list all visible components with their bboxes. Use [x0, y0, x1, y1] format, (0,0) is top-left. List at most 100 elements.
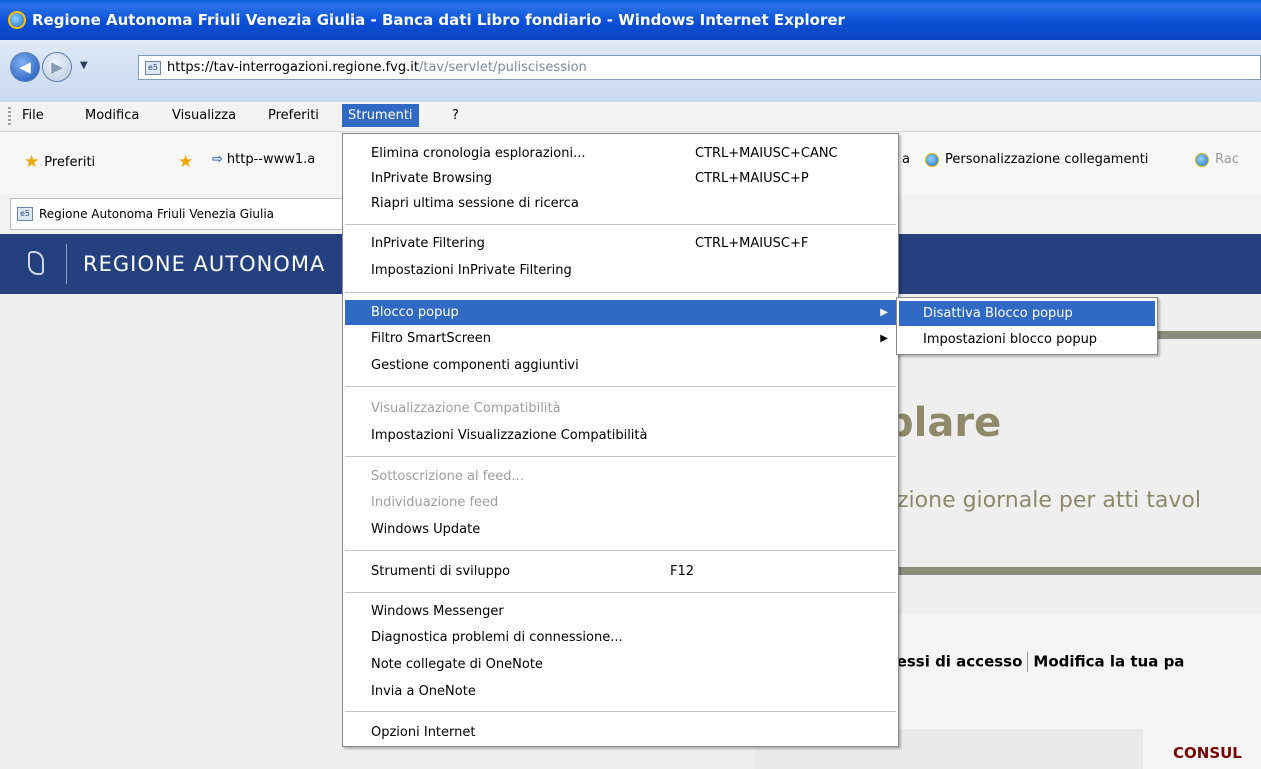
navigation-bar: ◀ ▶ ▼ e5 https://tav-interrogazioni.regi… [0, 40, 1261, 102]
menu-item-label: Blocco popup [371, 305, 459, 320]
favorite-link-2-label: a [902, 152, 910, 167]
banner-title: REGIONE AUTONOMA [83, 252, 326, 276]
consult-heading[interactable]: CONSUL [1173, 744, 1242, 762]
menu-item-internet-options[interactable]: Opzioni Internet [345, 720, 896, 745]
decorative-line-bottom [885, 567, 1261, 575]
strumenti-menu: Elimina cronologia esplorazioni... CTRL+M… [342, 133, 899, 747]
page-icon: e5 [145, 60, 161, 75]
internet-explorer-logo-icon [8, 11, 26, 29]
favorite-link-4[interactable]: Rac [1195, 152, 1239, 167]
menu-item-popup-blocker[interactable]: Blocco popup ▶ [345, 300, 896, 325]
arrow-left-icon: ◀ [19, 58, 31, 76]
menu-item-label: Note collegate di OneNote [371, 657, 543, 672]
window-title-bar[interactable]: Regione Autonoma Friuli Venezia Giulia -… [0, 0, 1261, 40]
arrow-right-icon: ▶ [51, 58, 63, 76]
ie-page-icon [1195, 152, 1209, 167]
menu-item-feed-subscribe: Sottoscrizione al feed... [345, 464, 896, 489]
link-icon: ⇨ [212, 152, 223, 167]
menu-item-label: InPrivate Browsing [371, 171, 492, 186]
back-button[interactable]: ◀ [10, 52, 40, 82]
link-access-connections[interactable]: nessi di accesso [886, 653, 1022, 671]
add-favorite-button[interactable]: ★ [178, 152, 198, 172]
star-icon: ★ [24, 152, 40, 172]
menu-item-delete-history[interactable]: Elimina cronologia esplorazioni... CTRL+M… [345, 141, 896, 166]
menu-item-label: Sottoscrizione al feed... [371, 469, 524, 484]
menu-item-label: Filtro SmartScreen [371, 331, 492, 346]
menu-item-label: Impostazioni Visualizzazione Compatibili… [371, 428, 648, 443]
menu-modifica[interactable]: Modifica [85, 108, 139, 123]
user-links: nessi di accesso Modifica la tua pa [886, 652, 1184, 672]
menu-item-label: InPrivate Filtering [371, 236, 485, 251]
menu-item-developer-tools[interactable]: Strumenti di sviluppo F12 [345, 559, 896, 584]
menu-item-label: Impostazioni InPrivate Filtering [371, 263, 572, 278]
menu-item-compatibility-settings[interactable]: Impostazioni Visualizzazione Compatibili… [345, 423, 896, 448]
menu-item-label: Elimina cronologia esplorazioni... [371, 146, 586, 161]
link-divider [1027, 652, 1029, 672]
menu-separator [345, 592, 896, 593]
menu-item-onenote-linked-notes[interactable]: Note collegate di OneNote [345, 652, 896, 677]
menu-item-label: Riapri ultima sessione di ricerca [371, 196, 579, 211]
menu-file[interactable]: File [22, 108, 44, 123]
menu-separator [345, 711, 896, 712]
menu-bar: File Modifica Visualizza Preferiti Strum… [0, 102, 1261, 132]
menu-item-connection-diagnostics[interactable]: Diagnostica problemi di connessione... [345, 625, 896, 650]
menu-item-feed-discovery: Individuazione feed [345, 490, 896, 515]
page-heading: plare [885, 400, 1002, 446]
window-title: Regione Autonoma Friuli Venezia Giulia -… [32, 11, 845, 29]
menu-item-label: Visualizzazione Compatibilità [371, 401, 561, 416]
tab-label: Regione Autonoma Friuli Venezia Giulia [39, 207, 275, 221]
menu-separator [345, 386, 896, 387]
tab-regione[interactable]: e5 Regione Autonoma Friuli Venezia Giuli… [10, 198, 350, 230]
menu-separator [345, 292, 896, 293]
menu-item-reopen-session[interactable]: Riapri ultima sessione di ricerca [345, 191, 896, 216]
menu-item-send-to-onenote[interactable]: Invia a OneNote [345, 679, 896, 704]
menu-item-smartscreen[interactable]: Filtro SmartScreen ▶ [345, 326, 896, 351]
ie-page-icon [925, 152, 939, 167]
menu-strumenti[interactable]: Strumenti [342, 104, 419, 127]
url-host: https://tav-interrogazioni.regione.fvg.i… [167, 60, 419, 75]
menu-item-compatibility-view: Visualizzazione Compatibilità [345, 396, 896, 421]
page-icon: e5 [17, 207, 33, 221]
eagle-logo-icon [24, 249, 48, 279]
submenu-disable-popup-blocker[interactable]: Disattiva Blocco popup [899, 301, 1155, 326]
favorite-link-4-label: Rac [1215, 152, 1239, 167]
menu-visualizza[interactable]: Visualizza [172, 108, 236, 123]
url-path: /tav/servlet/puliscisession [418, 60, 587, 75]
menu-item-manage-addons[interactable]: Gestione componenti aggiuntivi [345, 353, 896, 378]
menu-item-label: Invia a OneNote [371, 684, 476, 699]
add-to-favorites-icon: ★ [178, 152, 194, 172]
favorite-link-3-label: Personalizzazione collegamenti [945, 152, 1149, 167]
banner-divider [66, 244, 67, 284]
menu-item-windows-messenger[interactable]: Windows Messenger [345, 599, 896, 624]
menu-item-label: Gestione componenti aggiuntivi [371, 358, 579, 373]
menu-item-label: Individuazione feed [371, 495, 499, 510]
submenu-arrow-icon: ▶ [880, 333, 888, 344]
menu-separator [345, 550, 896, 551]
menu-shortcut: F12 [670, 564, 695, 579]
menu-item-label: Strumenti di sviluppo [371, 564, 511, 579]
recent-pages-dropdown-icon[interactable]: ▼ [80, 60, 88, 71]
favorites-button[interactable]: ★ Preferiti [24, 152, 95, 172]
forward-button[interactable]: ▶ [42, 52, 72, 82]
menu-help[interactable]: ? [452, 108, 459, 123]
menu-preferiti[interactable]: Preferiti [268, 108, 319, 123]
menu-separator [345, 224, 896, 225]
menu-item-inprivate-filtering[interactable]: InPrivate Filtering CTRL+MAIUSC+F [345, 231, 896, 256]
menu-item-windows-update[interactable]: Windows Update [345, 517, 896, 542]
menu-item-inprivate-filtering-settings[interactable]: Impostazioni InPrivate Filtering [345, 258, 896, 283]
menu-item-label: Windows Update [371, 522, 481, 537]
favorite-link-2[interactable]: a [902, 152, 910, 167]
favorite-link-1[interactable]: ⇨ http--www1.a [212, 152, 315, 167]
favorite-link-3[interactable]: Personalizzazione collegamenti [925, 152, 1148, 167]
link-modify[interactable]: Modifica la tua pa [1033, 653, 1184, 671]
menu-shortcut: CTRL+MAIUSC+CANC [695, 146, 838, 161]
address-bar[interactable]: e5 https://tav-interrogazioni.regione.fv… [138, 55, 1261, 80]
menu-separator [345, 456, 896, 457]
menu-item-label: Windows Messenger [371, 604, 504, 619]
favorites-label: Preferiti [44, 154, 96, 170]
favorite-link-1-label: http--www1.a [226, 152, 316, 167]
submenu-popup-blocker-settings[interactable]: Impostazioni blocco popup [899, 327, 1155, 352]
menu-item-inprivate-browsing[interactable]: InPrivate Browsing CTRL+MAIUSC+P [345, 166, 896, 191]
toolbar-grip[interactable] [8, 107, 11, 127]
menu-item-label: Diagnostica problemi di connessione... [371, 630, 623, 645]
